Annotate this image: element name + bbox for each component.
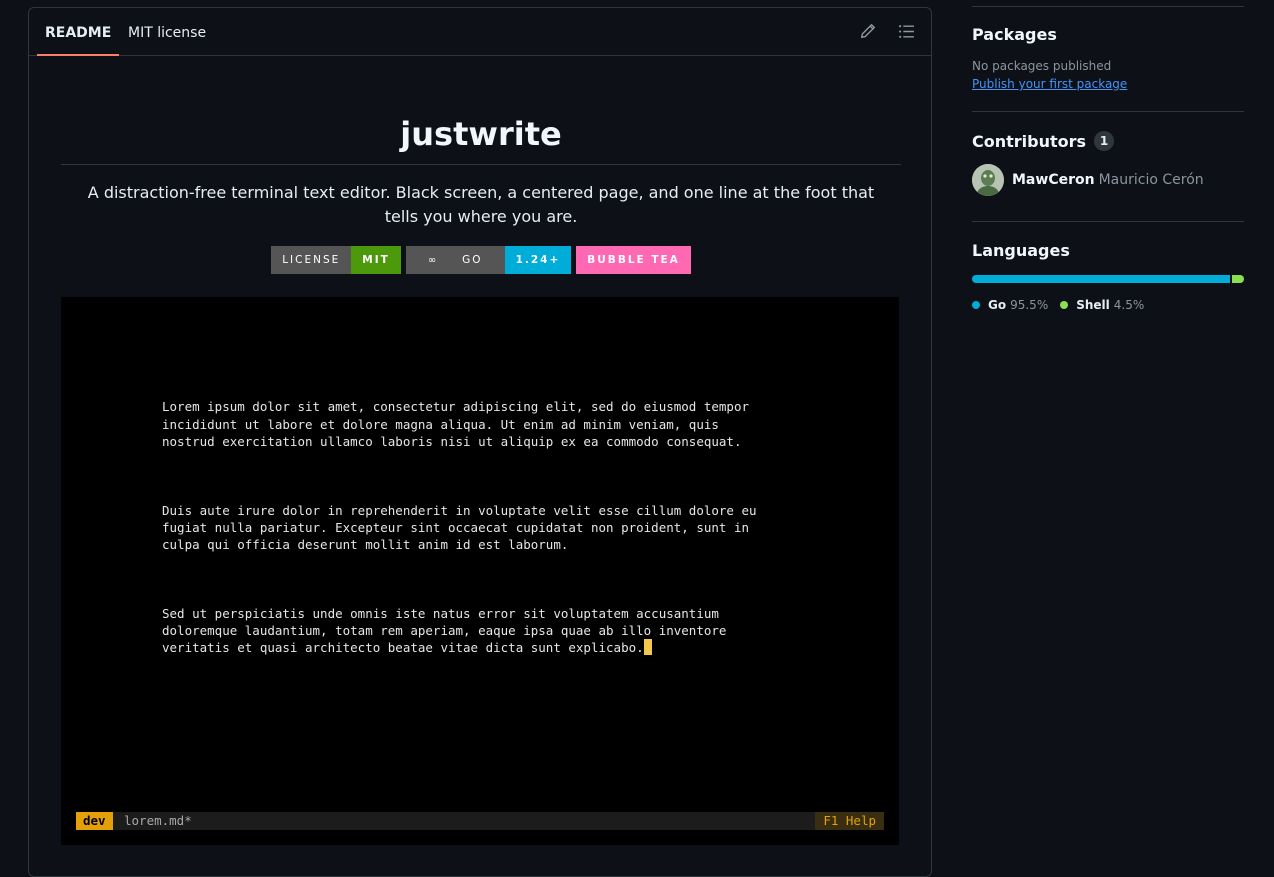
editor-paragraph-last: Sed ut perspiciatis unde omnis iste natu… (162, 605, 802, 657)
language-list: Go 95.5% Shell 4.5% (972, 298, 1244, 312)
language-color-dot (1060, 301, 1069, 309)
language-color-dot (972, 301, 980, 309)
languages-heading: Languages (972, 241, 1070, 260)
repo-sidebar: Packages No packages published Publish y… (972, 0, 1244, 312)
go-version-badge[interactable]: ∞ GO 1.24+ (405, 246, 572, 274)
packages-section: Packages No packages published Publish y… (972, 7, 1244, 112)
license-badge[interactable]: LICENSE MIT (271, 246, 401, 274)
readme-tab-bar: README MIT license (29, 8, 931, 56)
contributors-section: Contributors 1 MawCeron Mauricio Cerón (972, 112, 1244, 222)
packages-heading[interactable]: Packages (972, 25, 1244, 44)
bubble-tea-badge[interactable]: BUBBLE TEA (576, 246, 691, 274)
badge-value: 1.24+ (504, 246, 572, 274)
editor-status-bar: dev lorem.md* F1 Help (76, 812, 884, 830)
status-filename: lorem.md* (124, 813, 192, 828)
avatar-image (972, 164, 1004, 196)
language-percent: 4.5% (1113, 298, 1145, 312)
readme-content: justwrite A distraction-free terminal te… (61, 56, 901, 845)
contributors-heading-label: Contributors (972, 131, 1087, 151)
editor-text: Lorem ipsum dolor sit amet, consectetur … (162, 364, 802, 691)
editor-paragraph: Duis aute irure dolor in reprehenderit i… (162, 502, 757, 553)
language-bar (972, 275, 1244, 283)
pencil-icon[interactable] (859, 23, 876, 40)
contributor-name: Mauricio Cerón (1098, 172, 1204, 188)
readme-title: justwrite (61, 56, 901, 165)
tab-mit-license[interactable]: MIT license (128, 8, 206, 56)
badge-value: MIT (351, 246, 401, 274)
badge-value: BUBBLE TEA (576, 246, 691, 274)
list-unordered-icon[interactable] (898, 23, 915, 40)
badge-label: LICENSE (271, 246, 352, 274)
packages-empty-text: No packages published (972, 59, 1112, 73)
language-item-shell[interactable]: Shell 4.5% (1060, 298, 1144, 312)
go-link-icon: ∞ (427, 254, 437, 266)
badge-row: LICENSE MIT ∞ GO 1.24+ BUBBLE TEA (61, 246, 901, 274)
contributors-heading[interactable]: Contributors 1 (972, 131, 1244, 151)
tab-readme[interactable]: README (37, 8, 120, 56)
language-percent: 95.5% (1010, 298, 1049, 312)
languages-section: Languages Go 95.5% Shell 4.5% (972, 222, 1244, 312)
badge-label-text: GO (462, 254, 483, 266)
contributor-login[interactable]: MawCeron (1012, 172, 1095, 188)
editor-paragraph: Lorem ipsum dolor sit amet, consectetur … (162, 399, 749, 449)
readme-description: A distraction-free terminal text editor.… (87, 183, 875, 226)
status-help: F1 Help (815, 812, 884, 830)
language-name: Shell (1076, 298, 1110, 312)
language-item-go[interactable]: Go 95.5% (972, 298, 1048, 312)
language-bar-segment-go[interactable] (972, 275, 1230, 283)
contributors-count: 1 (1094, 131, 1115, 151)
editor-paragraph: Sed ut perspiciatis unde omnis iste natu… (162, 605, 727, 656)
terminal-screenshot: Lorem ipsum dolor sit amet, consectetur … (61, 297, 899, 845)
readme-tools (859, 23, 915, 40)
text-cursor (643, 639, 652, 656)
status-mode: dev (76, 812, 113, 830)
avatar[interactable] (972, 164, 1004, 196)
readme-panel: README MIT license justwrite A distracti… (28, 7, 932, 877)
publish-package-link[interactable]: Publish your first package (972, 77, 1127, 91)
badge-label: ∞ GO (405, 246, 505, 274)
language-name: Go (988, 298, 1007, 312)
language-bar-segment-shell[interactable] (1231, 275, 1244, 283)
contributor-item[interactable]: MawCeron Mauricio Cerón (972, 164, 1244, 196)
